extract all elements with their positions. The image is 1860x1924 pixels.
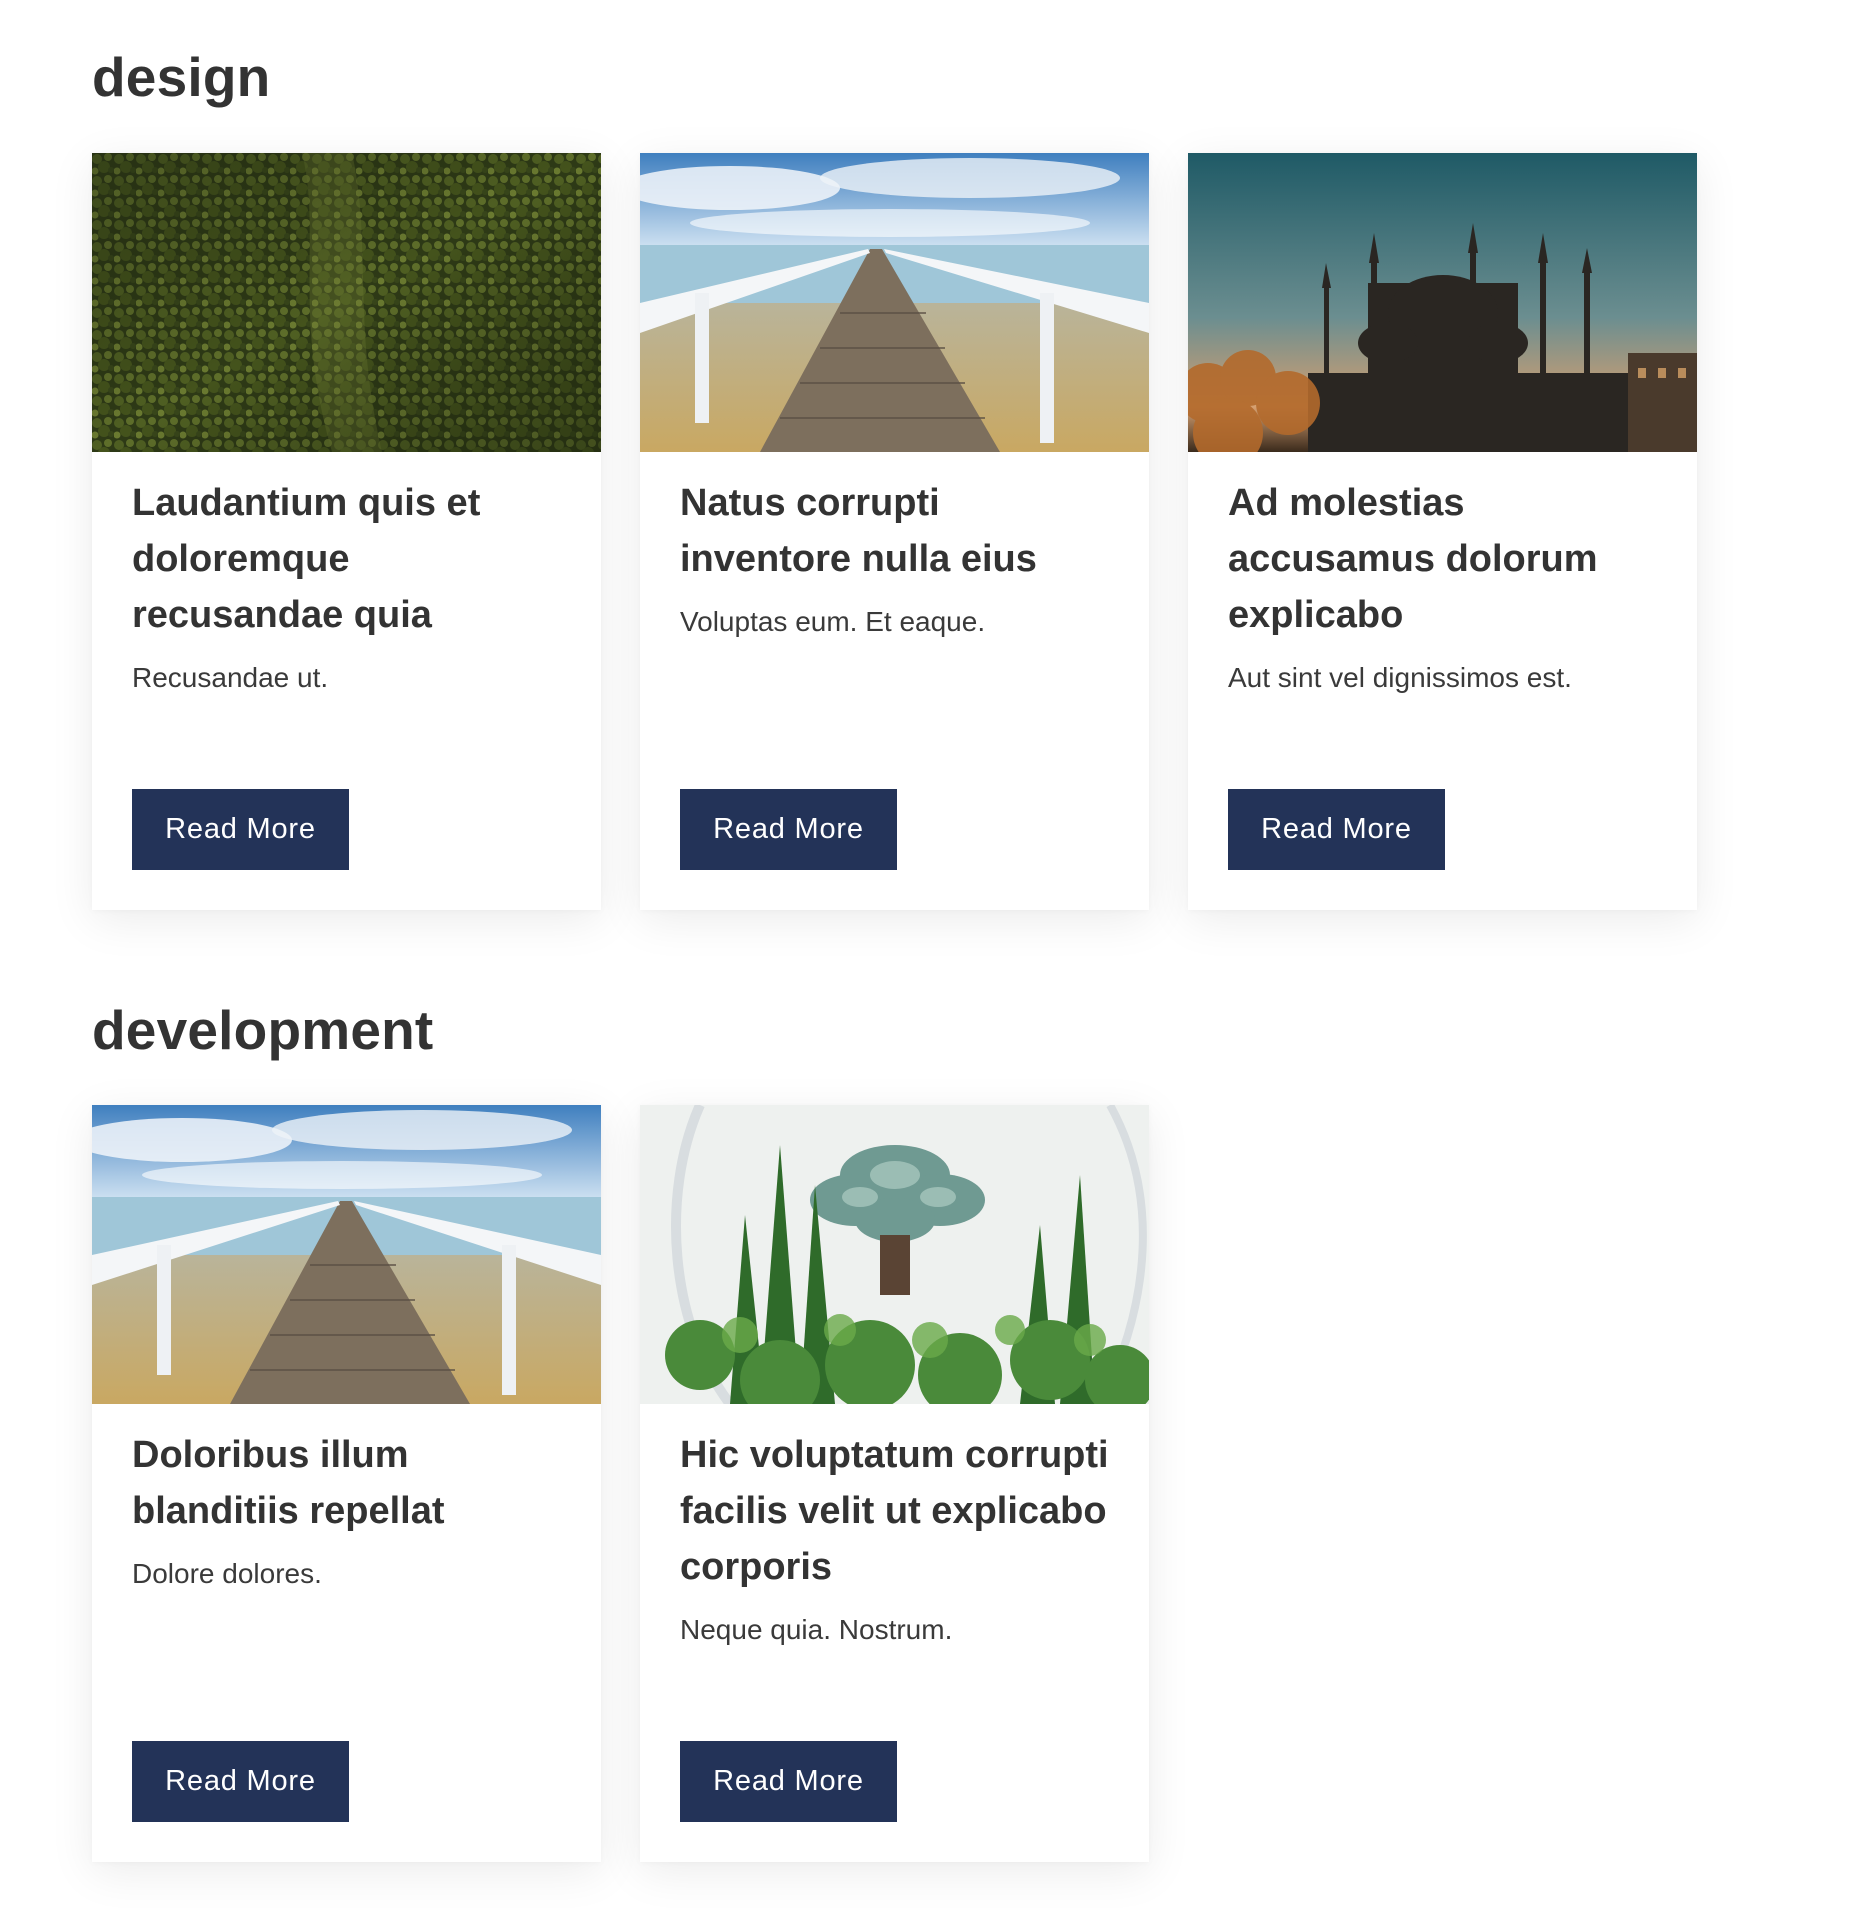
read-more-button[interactable]: Read More [1228, 789, 1445, 870]
section-title: design [92, 46, 271, 108]
read-more-button[interactable]: Read More [680, 1741, 897, 1822]
post-card: Natus corrupti inventore nulla eius Volu… [640, 153, 1149, 910]
mosque-skyline-graphic [1188, 153, 1697, 452]
post-card: Laudantium quis et doloremque recusandae… [92, 153, 601, 910]
aerial-forest-image[interactable] [92, 153, 601, 452]
card-excerpt: Aut sint vel dignissimos est. [1228, 662, 1572, 693]
card-title[interactable]: Natus corrupti inventore nulla eius [680, 475, 1109, 587]
card-title[interactable]: Ad molestias accusamus dolorum explicabo [1228, 475, 1657, 643]
post-card: Ad molestias accusamus dolorum explicabo… [1188, 153, 1697, 910]
card-excerpt: Voluptas eum. Et eaque. [680, 606, 986, 637]
read-more-button[interactable]: Read More [680, 789, 897, 870]
mosque-skyline-image[interactable] [1188, 153, 1697, 452]
card-excerpt: Recusandae ut. [132, 662, 329, 693]
card-body: Natus corrupti inventore nulla eius Volu… [680, 475, 1109, 645]
beach-pier-image[interactable] [640, 153, 1149, 452]
post-card: Doloribus illum blanditiis repellat Dolo… [92, 1105, 601, 1862]
card-body: Doloribus illum blanditiis repellat Dolo… [132, 1427, 561, 1597]
card-body: Laudantium quis et doloremque recusandae… [132, 475, 561, 701]
section-title: development [92, 999, 434, 1061]
read-more-button[interactable]: Read More [132, 1741, 349, 1822]
card-title[interactable]: Doloribus illum blanditiis repellat [132, 1427, 561, 1539]
card-title[interactable]: Laudantium quis et doloremque recusandae… [132, 475, 561, 643]
succulent-terrarium-image[interactable] [640, 1105, 1149, 1404]
page: design Laudantium quis et doloremque rec… [0, 0, 1860, 1924]
card-excerpt: Neque quia. Nostrum. [680, 1614, 953, 1645]
beach-pier-graphic [640, 153, 1149, 452]
card-excerpt: Dolore dolores. [132, 1558, 322, 1589]
aerial-forest-graphic [92, 153, 601, 452]
beach-pier-graphic [92, 1105, 601, 1404]
card-title[interactable]: Hic voluptatum corrupti facilis velit ut… [680, 1427, 1109, 1595]
beach-pier-image[interactable] [92, 1105, 601, 1404]
succulent-terrarium-graphic [640, 1105, 1149, 1404]
card-body: Ad molestias accusamus dolorum explicabo… [1228, 475, 1657, 701]
post-card: Hic voluptatum corrupti facilis velit ut… [640, 1105, 1149, 1862]
card-body: Hic voluptatum corrupti facilis velit ut… [680, 1427, 1109, 1653]
read-more-button[interactable]: Read More [132, 789, 349, 870]
